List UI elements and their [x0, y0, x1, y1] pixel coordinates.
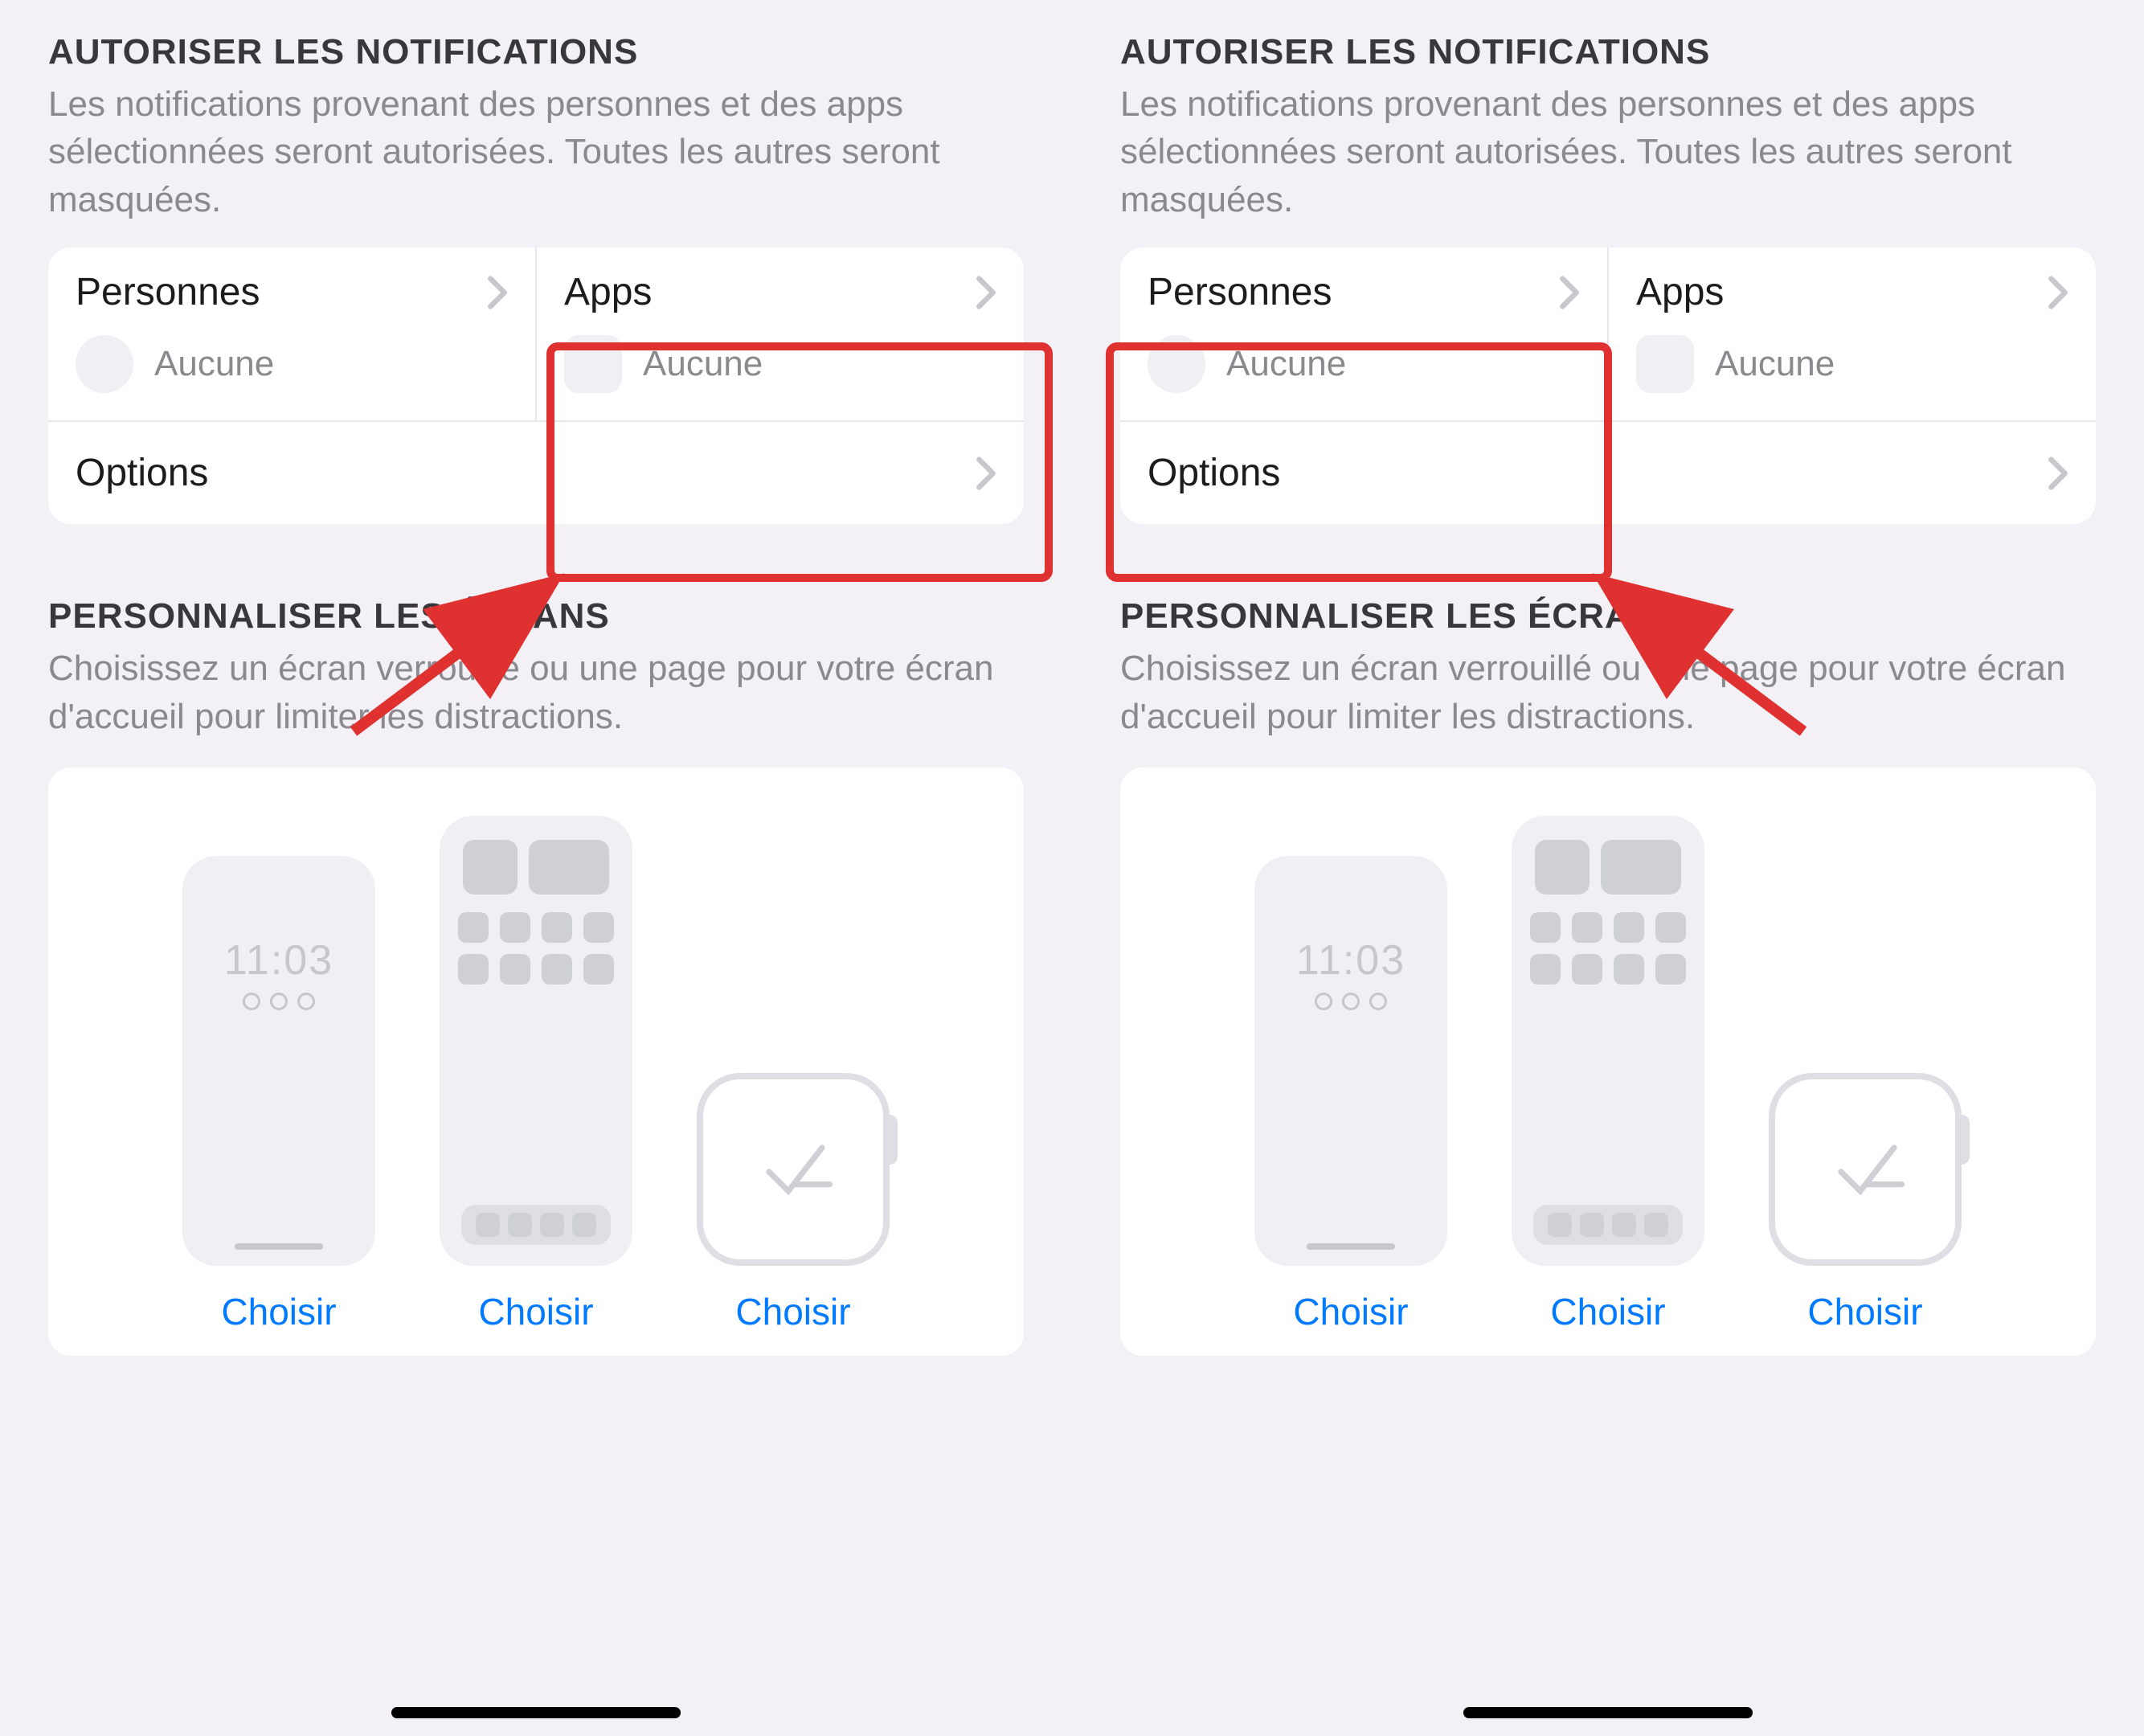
right-screenshot: AUTORISER LES NOTIFICATIONS Les notifica… — [1072, 0, 2144, 1736]
apps-cell[interactable]: Apps Aucune — [1609, 248, 2096, 420]
section-header-screens: PERSONNALISER LES ÉCRANS — [1120, 596, 2096, 637]
choose-home-screen-button[interactable]: Choisir — [1550, 1290, 1665, 1333]
home-screen-device-icon — [440, 816, 632, 1266]
choose-watch-button[interactable]: Choisir — [735, 1290, 850, 1333]
section-header-screens: PERSONNALISER LES ÉCRANS — [48, 596, 1024, 637]
lock-screen-dots-icon — [1315, 993, 1387, 1010]
chevron-right-icon — [976, 275, 996, 310]
watch-device-icon — [1769, 1073, 1962, 1266]
notifications-section: AUTORISER LES NOTIFICATIONS Les notifica… — [1120, 32, 2096, 524]
section-header-notifications: AUTORISER LES NOTIFICATIONS — [1120, 32, 2096, 72]
notifications-card: Personnes Aucune Apps — [48, 248, 1024, 524]
person-placeholder-icon — [76, 335, 133, 393]
apps-label: Apps — [564, 270, 652, 314]
lock-screen-device-icon: 11:03 — [182, 856, 375, 1266]
watch-device-icon — [697, 1073, 890, 1266]
people-apps-row: Personnes Aucune Apps — [1120, 248, 2096, 422]
dock-icon — [1533, 1205, 1683, 1245]
personnes-cell[interactable]: Personnes Aucune — [48, 248, 537, 420]
choose-lock-screen-button[interactable]: Choisir — [1293, 1290, 1408, 1333]
section-header-notifications: AUTORISER LES NOTIFICATIONS — [48, 32, 1024, 72]
home-screen-preview: Choisir — [440, 816, 632, 1333]
watch-face-icon — [745, 1119, 841, 1219]
app-placeholder-icon — [1636, 335, 1694, 393]
lock-screen-preview: 11:03 Choisir — [182, 856, 375, 1333]
chevron-right-icon — [1559, 275, 1580, 310]
notifications-section: AUTORISER LES NOTIFICATIONS Les notifica… — [48, 32, 1024, 524]
apps-label: Apps — [1636, 270, 1724, 314]
lock-screen-time: 11:03 — [1296, 936, 1405, 985]
home-indicator-bar — [391, 1707, 681, 1718]
lock-screen-dots-icon — [243, 993, 315, 1010]
screens-section: PERSONNALISER LES ÉCRANS Choisissez un é… — [48, 596, 1024, 1356]
lock-screen-device-icon: 11:03 — [1254, 856, 1447, 1266]
screens-preview-card: 11:03 Choisir Choisir — [48, 768, 1024, 1356]
choose-watch-button[interactable]: Choisir — [1807, 1290, 1922, 1333]
lock-screen-preview: 11:03 Choisir — [1254, 856, 1447, 1333]
apps-cell[interactable]: Apps Aucune — [537, 248, 1024, 420]
options-row[interactable]: Options — [48, 422, 1024, 524]
home-indicator-icon — [1307, 1243, 1395, 1250]
apps-value: Aucune — [643, 344, 763, 384]
notifications-card: Personnes Aucune Apps — [1120, 248, 2096, 524]
screens-section: PERSONNALISER LES ÉCRANS Choisissez un é… — [1120, 596, 2096, 1356]
personnes-value: Aucune — [154, 344, 274, 384]
section-desc-screens: Choisissez un écran verrouillé ou une pa… — [48, 645, 1024, 740]
dock-icon — [461, 1205, 611, 1245]
app-placeholder-icon — [564, 335, 622, 393]
chevron-right-icon — [487, 275, 508, 310]
personnes-cell[interactable]: Personnes Aucune — [1120, 248, 1609, 420]
apps-value: Aucune — [1715, 344, 1835, 384]
chevron-right-icon — [2048, 456, 2068, 491]
personnes-value: Aucune — [1226, 344, 1346, 384]
watch-preview: Choisir — [1769, 1041, 1962, 1333]
personnes-label: Personnes — [76, 270, 260, 314]
home-screen-preview: Choisir — [1512, 816, 1704, 1333]
section-desc-notifications: Les notifications provenant des personne… — [1120, 80, 2096, 223]
people-apps-row: Personnes Aucune Apps — [48, 248, 1024, 422]
options-label: Options — [76, 451, 208, 495]
home-indicator-icon — [235, 1243, 323, 1250]
options-row[interactable]: Options — [1120, 422, 2096, 524]
watch-face-icon — [1817, 1119, 1913, 1219]
chevron-right-icon — [976, 456, 996, 491]
person-placeholder-icon — [1148, 335, 1205, 393]
home-indicator-bar — [1463, 1707, 1753, 1718]
home-screen-device-icon — [1512, 816, 1704, 1266]
section-desc-notifications: Les notifications provenant des personne… — [48, 80, 1024, 223]
watch-preview: Choisir — [697, 1041, 890, 1333]
section-desc-screens: Choisissez un écran verrouillé ou une pa… — [1120, 645, 2096, 740]
choose-lock-screen-button[interactable]: Choisir — [221, 1290, 336, 1333]
personnes-label: Personnes — [1148, 270, 1332, 314]
chevron-right-icon — [2048, 275, 2068, 310]
lock-screen-time: 11:03 — [224, 936, 333, 985]
left-screenshot: AUTORISER LES NOTIFICATIONS Les notifica… — [0, 0, 1072, 1736]
options-label: Options — [1148, 451, 1280, 495]
screens-preview-card: 11:03 Choisir Choisir — [1120, 768, 2096, 1356]
choose-home-screen-button[interactable]: Choisir — [478, 1290, 593, 1333]
